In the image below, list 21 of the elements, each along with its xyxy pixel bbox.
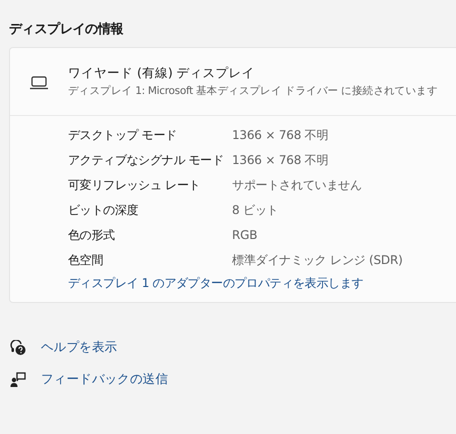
help-link[interactable]: ヘルプを表示 xyxy=(41,339,118,356)
display-name: ワイヤード (有線) ディスプレイ xyxy=(68,65,256,82)
property-label: アクティブなシグナル モード xyxy=(68,152,224,169)
property-label: 可変リフレッシュ レート xyxy=(68,177,200,194)
property-value: 1366 × 768 不明 xyxy=(232,152,328,169)
feedback-icon xyxy=(10,372,26,388)
property-label: デスクトップ モード xyxy=(68,127,177,144)
help-icon xyxy=(10,340,26,356)
property-value: 8 ビット xyxy=(232,202,278,219)
section-title: ディスプレイの情報 xyxy=(9,20,124,38)
laptop-icon xyxy=(29,74,49,90)
property-label: 色の形式 xyxy=(68,227,115,244)
feedback-link[interactable]: フィードバックの送信 xyxy=(41,371,168,388)
property-value: サポートされていません xyxy=(232,177,362,194)
property-label: 色空間 xyxy=(68,252,104,269)
property-label: ビットの深度 xyxy=(68,202,138,219)
adapter-properties-link[interactable]: ディスプレイ 1 のアダプターのプロパティを表示します xyxy=(68,275,364,292)
display-description: ディスプレイ 1: Microsoft 基本ディスプレイ ドライバー に接続されています xyxy=(68,84,438,98)
property-value: 標準ダイナミック レンジ (SDR) xyxy=(232,252,403,269)
property-value: 1366 × 768 不明 xyxy=(232,127,328,144)
property-value: RGB xyxy=(232,227,258,244)
